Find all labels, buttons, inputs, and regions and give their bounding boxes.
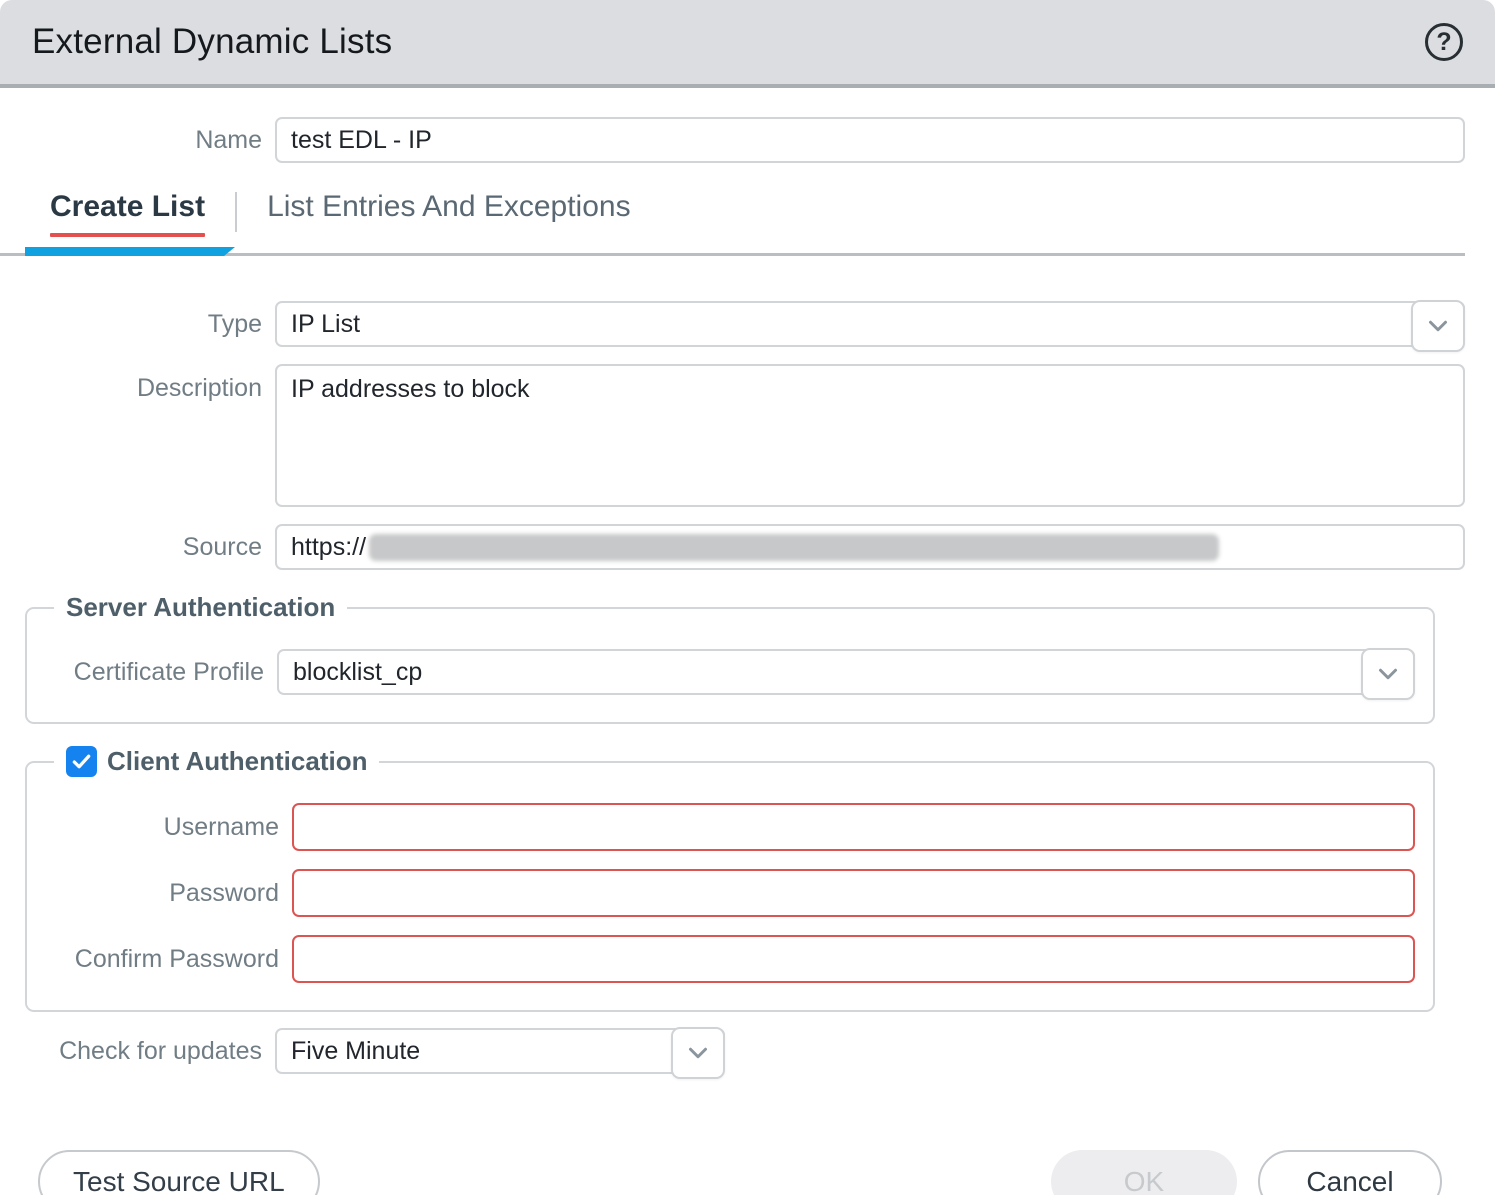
type-row: Type IP List [0, 301, 1465, 347]
check-for-updates-value: Five Minute [291, 1037, 420, 1066]
help-icon[interactable]: ? [1425, 23, 1463, 61]
active-tab-blue-bar [25, 247, 235, 256]
confirm-password-row: Confirm Password [27, 935, 1415, 983]
confirm-password-input[interactable] [292, 935, 1415, 983]
tab-create-list-label: Create List [50, 190, 205, 224]
tab-bar-underline [0, 237, 1465, 259]
dialog-titlebar: External Dynamic Lists ? [0, 0, 1495, 88]
client-authentication-checkbox[interactable] [66, 746, 97, 777]
chevron-down-icon[interactable] [1361, 648, 1415, 700]
source-url-prefix: https:// [291, 533, 366, 562]
chevron-down-icon[interactable] [671, 1027, 725, 1079]
name-row: Name [0, 117, 1465, 163]
cancel-button[interactable]: Cancel [1258, 1150, 1442, 1195]
description-label: Description [0, 364, 275, 403]
tab-divider [235, 192, 237, 232]
tab-list-entries-and-exceptions[interactable]: List Entries And Exceptions [267, 190, 631, 224]
password-row: Password [27, 869, 1415, 917]
certificate-profile-row: Certificate Profile blocklist_cp [27, 649, 1415, 695]
check-for-updates-select[interactable]: Five Minute [275, 1028, 725, 1074]
name-label: Name [0, 126, 275, 155]
external-dynamic-lists-dialog: External Dynamic Lists ? Name Create Lis… [0, 0, 1495, 1195]
dialog-body: Name Create List List Entries And Except… [0, 117, 1495, 1195]
tab-bar: Create List List Entries And Exceptions [0, 190, 1465, 237]
confirm-password-label: Confirm Password [27, 945, 292, 974]
dialog-footer: Test Source URL OK Cancel [0, 1150, 1465, 1195]
check-for-updates-row: Check for updates Five Minute [0, 1028, 1465, 1074]
description-value: IP addresses to block [291, 375, 530, 403]
password-input[interactable] [292, 869, 1415, 917]
type-select[interactable]: IP List [275, 301, 1465, 347]
test-source-url-button[interactable]: Test Source URL [38, 1150, 320, 1195]
type-label: Type [0, 310, 275, 339]
check-for-updates-label: Check for updates [0, 1037, 275, 1066]
client-authentication-title: Client Authentication [107, 746, 367, 777]
certificate-profile-select[interactable]: blocklist_cp [277, 649, 1415, 695]
source-input[interactable]: https:// [275, 524, 1465, 570]
page-title: External Dynamic Lists [32, 22, 392, 62]
checkmark-icon [70, 750, 93, 773]
username-input[interactable] [292, 803, 1415, 851]
certificate-profile-label: Certificate Profile [27, 658, 277, 687]
client-authentication-section: Client Authentication Username Password … [25, 746, 1435, 1012]
password-label: Password [27, 879, 292, 908]
server-authentication-section: Server Authentication Certificate Profil… [25, 592, 1435, 724]
chevron-down-icon[interactable] [1411, 300, 1465, 352]
username-row: Username [27, 803, 1415, 851]
description-textarea[interactable]: IP addresses to block [275, 364, 1465, 507]
client-authentication-legend: Client Authentication [54, 746, 379, 777]
name-input[interactable] [275, 117, 1465, 163]
server-authentication-title: Server Authentication [54, 592, 347, 623]
certificate-profile-value: blocklist_cp [293, 658, 422, 687]
username-label: Username [27, 813, 292, 842]
type-select-value: IP List [291, 310, 360, 339]
ok-button[interactable]: OK [1051, 1150, 1237, 1195]
source-label: Source [0, 533, 275, 562]
description-row: Description IP addresses to block [0, 364, 1465, 507]
tab-list-entries-label: List Entries And Exceptions [267, 190, 631, 224]
source-redaction-bar [369, 534, 1219, 561]
help-glyph: ? [1436, 28, 1451, 57]
tab-create-list[interactable]: Create List [50, 190, 205, 237]
source-row: Source https:// [0, 524, 1465, 570]
